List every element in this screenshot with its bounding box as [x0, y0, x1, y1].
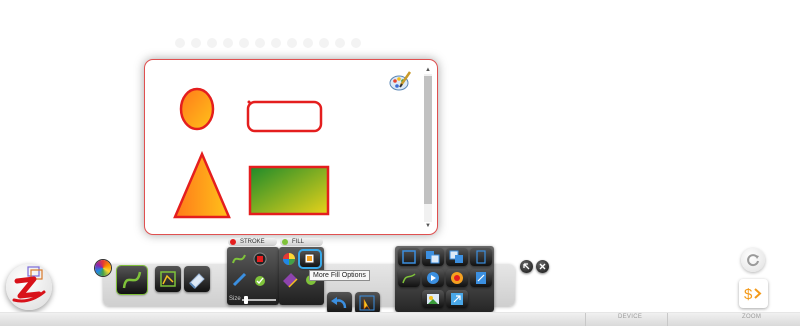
- more-fill-options-button[interactable]: [298, 249, 322, 269]
- close-icon: [539, 263, 546, 270]
- orange-triangle-shape[interactable]: [173, 150, 231, 219]
- rounded-rectangle-shape[interactable]: [246, 100, 323, 133]
- pointer-icon: [359, 295, 375, 311]
- target-button[interactable]: [446, 269, 468, 287]
- status-bar: DEVICE ZOOM: [0, 312, 800, 326]
- curve-tool-button[interactable]: [117, 266, 147, 294]
- shape-tool-button[interactable]: [155, 266, 181, 292]
- color-wheel-icon[interactable]: [95, 260, 111, 276]
- zwibbler-logo-icon[interactable]: [6, 264, 52, 310]
- more-fill-options-tooltip: More Fill Options: [309, 270, 370, 281]
- stroke-panel: Size: [227, 247, 279, 305]
- dollar-share-icon: $: [744, 286, 762, 303]
- orange-ellipse-shape[interactable]: [179, 87, 215, 131]
- dollar-share-button[interactable]: $: [739, 279, 768, 308]
- green-gradient-rectangle-shape[interactable]: [248, 165, 330, 216]
- status-right-label: ZOOM: [742, 314, 762, 320]
- drawing-canvas[interactable]: ▲ ▼: [144, 59, 438, 235]
- anchor-dot: [247, 100, 251, 104]
- scroll-down-arrow[interactable]: ▼: [424, 222, 432, 230]
- svg-text:$: $: [744, 286, 753, 303]
- palette-brush-icon[interactable]: [388, 69, 412, 93]
- refresh-button[interactable]: [741, 248, 765, 272]
- page-button[interactable]: [470, 248, 492, 266]
- back-arrow-button[interactable]: [520, 260, 533, 273]
- undo-icon: [331, 297, 347, 309]
- size-label: Size: [229, 296, 241, 302]
- resize-button[interactable]: [446, 290, 468, 308]
- stroke-size-slider[interactable]: [242, 296, 276, 304]
- status-left-label: DEVICE: [618, 314, 643, 320]
- faint-background-toolbar: [175, 38, 475, 52]
- line-button[interactable]: [398, 269, 420, 287]
- stroke-label: STROKE: [228, 238, 277, 246]
- fill-label: FILL: [280, 238, 323, 246]
- close-button[interactable]: [536, 260, 549, 273]
- rectangle-button[interactable]: [398, 248, 420, 266]
- arrow-up-left-icon: [523, 263, 530, 270]
- send-backward-button[interactable]: [446, 248, 468, 266]
- edit-page-button[interactable]: [470, 269, 492, 287]
- eraser-tool-button[interactable]: [184, 266, 210, 292]
- scroll-thumb[interactable]: [424, 76, 432, 204]
- bring-forward-button[interactable]: [422, 248, 444, 266]
- canvas-vertical-scrollbar[interactable]: ▲ ▼: [424, 66, 432, 230]
- refresh-icon: [747, 254, 759, 267]
- play-button[interactable]: [422, 269, 444, 287]
- curve-tool-icon: [122, 271, 142, 289]
- eraser-icon: [189, 273, 205, 289]
- shape-tool-icon: [160, 271, 176, 287]
- undo-button[interactable]: [327, 292, 352, 314]
- pointer-button[interactable]: [355, 292, 380, 314]
- scroll-up-arrow[interactable]: ▲: [424, 66, 432, 74]
- image-button[interactable]: [422, 290, 444, 308]
- fill-options-icon: [304, 253, 315, 264]
